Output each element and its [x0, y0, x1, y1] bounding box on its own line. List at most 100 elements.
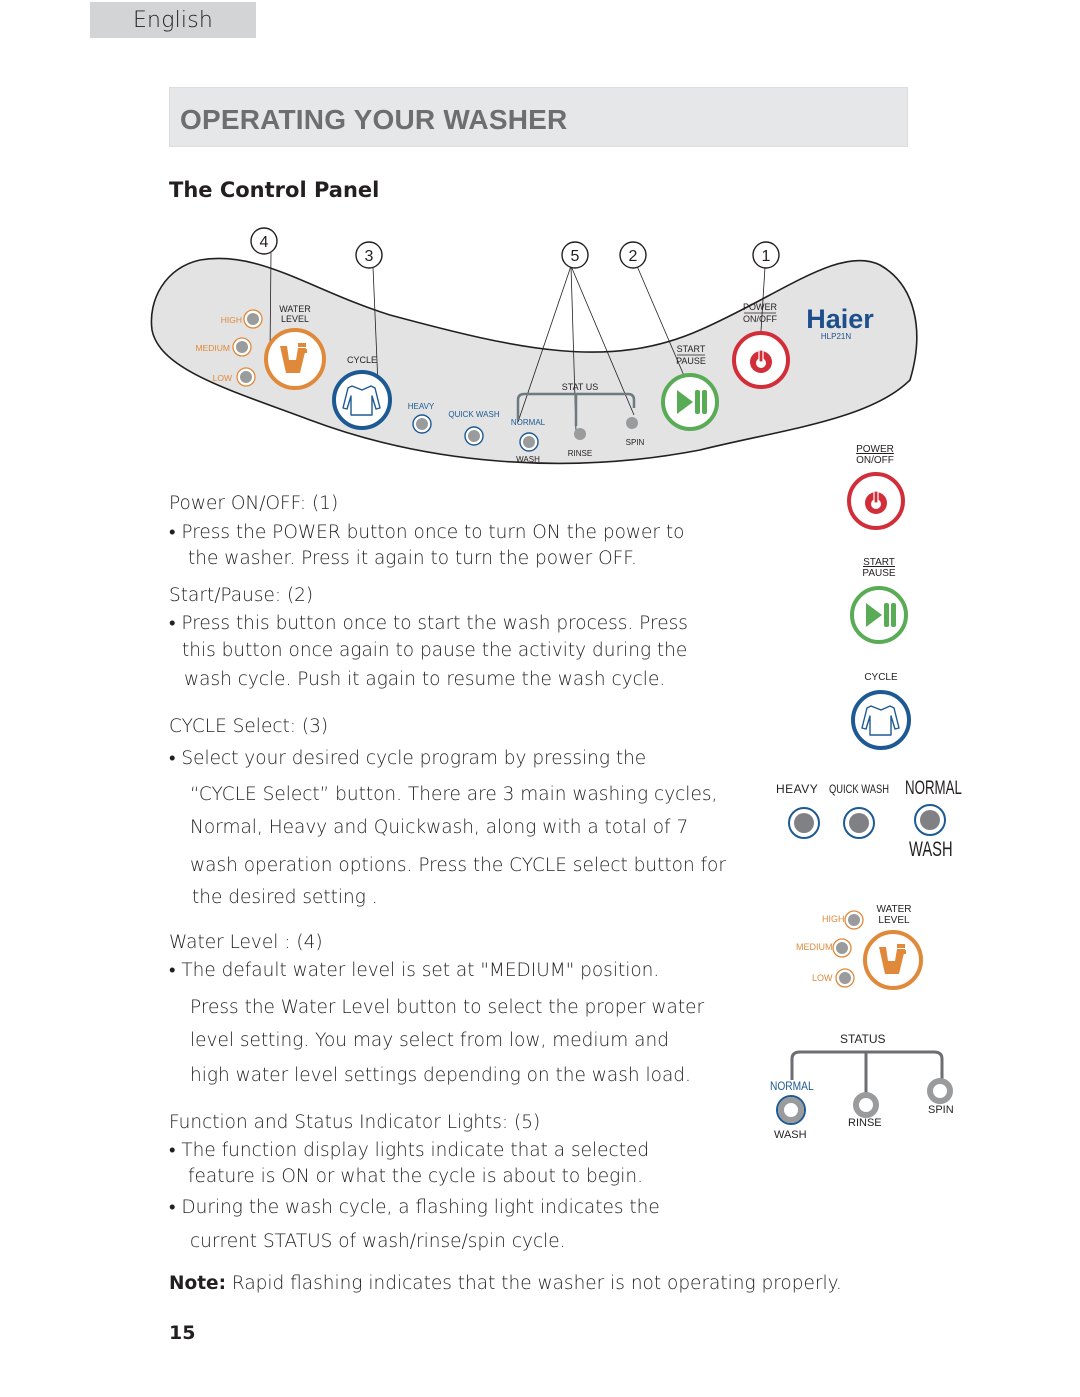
sidebar-medium-indicator: [832, 938, 852, 958]
start-pause-line-1: • Press this button once to start the wa…: [169, 613, 688, 634]
section-banner: OPERATING YOUR WASHER: [169, 87, 908, 147]
rinse-indicator: [574, 428, 586, 440]
water-medium-indicator: [232, 337, 252, 357]
water-level-line-4: high water level settings depending on t…: [190, 1065, 691, 1086]
callout-4: 4: [250, 227, 278, 255]
sidebar-status-bracket: [790, 1050, 944, 1095]
quick-wash-indicator: [464, 426, 484, 446]
status-label: STAT US: [562, 382, 599, 392]
sidebar-rinse-indicator: [853, 1092, 879, 1118]
sidebar-heavy-indicator: [788, 807, 820, 839]
sidebar-water-level-button[interactable]: [863, 930, 923, 990]
rinse-stage-label: RINSE: [568, 449, 592, 458]
start-pause-line-2: this button once again to pause the acti…: [182, 640, 688, 661]
normal-label: NORMAL: [511, 418, 546, 427]
water-high-indicator: [243, 309, 263, 329]
page-number: 15: [169, 1322, 196, 1344]
water-level-line-1: • The default water level is set at "MED…: [169, 960, 660, 981]
water-level-line-3: level setting. You may select from low, …: [190, 1030, 669, 1051]
callout-1: 1: [752, 241, 780, 269]
control-panel-heading: The Control Panel: [169, 178, 380, 202]
sidebar-quick-wash-label: QUICK WASH: [829, 782, 889, 796]
note: Note: Rapid flashing indicates that the …: [169, 1273, 842, 1294]
cycle-line-2: “CYCLE Select” button. There are 3 main …: [190, 784, 718, 805]
indicators-line-2: feature is ON or what the cycle is about…: [188, 1166, 644, 1187]
onoff-label: ON/OFF: [743, 314, 777, 324]
sidebar-cycle-button[interactable]: [849, 688, 913, 752]
power-line-2: the washer. Press it again to turn the p…: [188, 548, 637, 569]
cycle-button[interactable]: [332, 370, 392, 430]
sidebar-heavy-label: HEAVY: [776, 782, 819, 796]
sidebar-low-indicator: [835, 968, 855, 988]
sidebar-status-label: STATUS: [840, 1032, 886, 1046]
svg-text:3: 3: [365, 248, 374, 265]
note-text: Rapid flashing indicates that the washer…: [225, 1273, 842, 1294]
indicators-line-1: • The function display lights indicate t…: [169, 1140, 650, 1161]
water-level-heading: Water Level : (4): [169, 932, 323, 953]
indicators-heading: Function and Status Indicator Lights: (5…: [169, 1112, 541, 1133]
sidebar-water-level-group: [832, 910, 923, 990]
water-level-label-1: WATER: [279, 304, 311, 314]
model-number: HLP21N: [821, 332, 851, 341]
sidebar-spin-indicator: [927, 1078, 953, 1104]
water-level-label-2: LEVEL: [281, 314, 309, 324]
start-pause-heading: Start/Pause: (2): [169, 585, 314, 606]
sidebar-start-label: START PAUSE: [862, 557, 896, 579]
callout-3: 3: [355, 241, 383, 269]
sidebar-start-pause-button[interactable]: [848, 584, 910, 646]
callout-5: 5: [561, 241, 589, 269]
pause-label: PAUSE: [676, 356, 706, 366]
power-label: POWER: [743, 302, 778, 312]
svg-text:4: 4: [260, 234, 269, 251]
sidebar-normal-status-label: NORMAL: [770, 1079, 814, 1093]
cycle-label: CYCLE: [347, 355, 377, 365]
water-high-label: HIGH: [221, 315, 242, 325]
sidebar-wash-indicator: [776, 1095, 806, 1125]
sidebar-power-button[interactable]: [845, 470, 907, 532]
control-panel-diagram: 4 3 5 2 1 WATER LEVEL HIGH MEDIUM LOW CY…: [150, 227, 918, 465]
sidebar-wash-label: WASH: [909, 838, 953, 861]
power-button[interactable]: [732, 331, 790, 389]
water-medium-label: MEDIUM: [196, 343, 230, 353]
sidebar-rinse-stage-label: RINSE: [848, 1117, 882, 1129]
quick-wash-label: QUICK WASH: [448, 410, 499, 419]
heavy-indicator: [412, 414, 432, 434]
svg-text:2: 2: [629, 248, 638, 265]
cycle-line-1: • Select your desired cycle program by p…: [169, 748, 647, 769]
power-heading: Power ON/OFF: (1): [169, 493, 339, 514]
water-level-line-2: Press the Water Level button to select t…: [190, 997, 705, 1018]
sidebar-wash-stage-label: WASH: [774, 1129, 807, 1141]
cycle-line-3: Normal, Heavy and Quickwash, along with …: [190, 817, 689, 838]
start-label: START: [677, 344, 706, 354]
start-pause-line-3: wash cycle. Push it again to resume the …: [184, 669, 666, 690]
wash-stage-label: WASH: [516, 455, 540, 464]
water-level-button[interactable]: [264, 328, 326, 390]
sidebar-normal-indicator: [914, 804, 946, 836]
svg-text:5: 5: [571, 248, 580, 265]
water-low-indicator: [236, 367, 256, 387]
sidebar-high-indicator: [844, 910, 864, 930]
sidebar-normal-label: NORMAL: [905, 778, 962, 799]
indicators-line-3: • During the wash cycle, a flashing ligh…: [169, 1197, 660, 1218]
sidebar-spin-stage-label: SPIN: [928, 1104, 954, 1116]
spin-stage-label: SPIN: [626, 438, 645, 447]
water-low-label: LOW: [213, 373, 232, 383]
start-pause-button[interactable]: [661, 373, 719, 431]
language-tab[interactable]: English: [90, 2, 256, 38]
sidebar-power-label: POWER ON/OFF: [856, 444, 894, 466]
indicators-line-4: current STATUS of wash/rinse/spin cycle.: [190, 1231, 566, 1252]
cycle-line-5: the desired setting .: [192, 887, 378, 908]
section-title: OPERATING YOUR WASHER: [180, 104, 568, 135]
cycle-line-4: wash operation options. Press the CYCLE …: [190, 855, 726, 876]
wash-indicator: [519, 432, 539, 452]
spin-indicator: [626, 417, 638, 429]
sidebar-medium-label: MEDIUM: [796, 942, 833, 952]
note-label: Note:: [169, 1273, 226, 1294]
heavy-label: HEAVY: [408, 402, 435, 411]
cycle-heading: CYCLE Select: (3): [169, 716, 329, 737]
callout-2: 2: [619, 241, 647, 269]
haier-logo: Haier: [806, 304, 874, 334]
svg-text:1: 1: [762, 248, 771, 265]
sidebar-cycle-label: CYCLE: [864, 672, 898, 683]
sidebar-quick-wash-indicator: [843, 807, 875, 839]
